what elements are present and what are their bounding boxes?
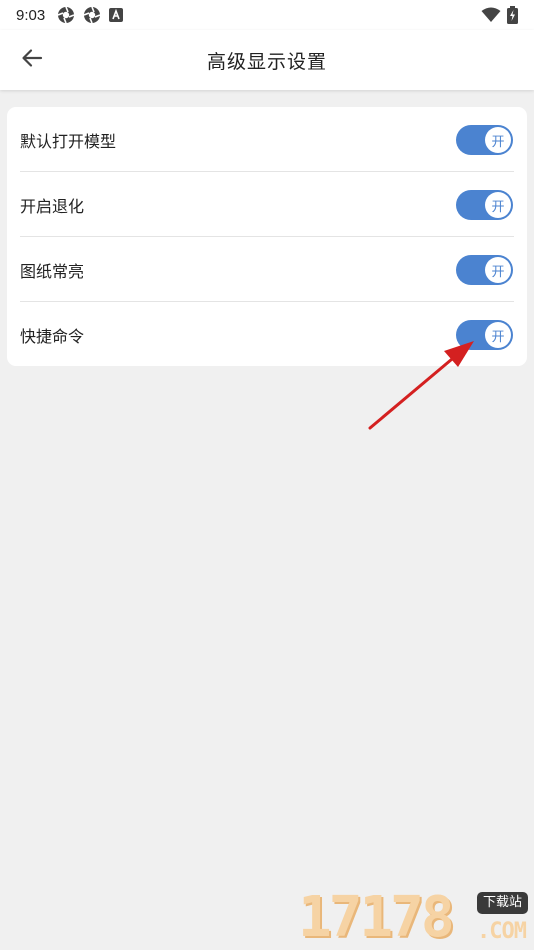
watermark-suffix: .COM: [477, 919, 527, 944]
watermark-badge: 下载站: [476, 892, 528, 914]
site-watermark: 17178 下载站 .COM: [298, 888, 528, 948]
annotation-arrow: [368, 341, 474, 430]
watermark-digits: 17178: [298, 885, 455, 950]
